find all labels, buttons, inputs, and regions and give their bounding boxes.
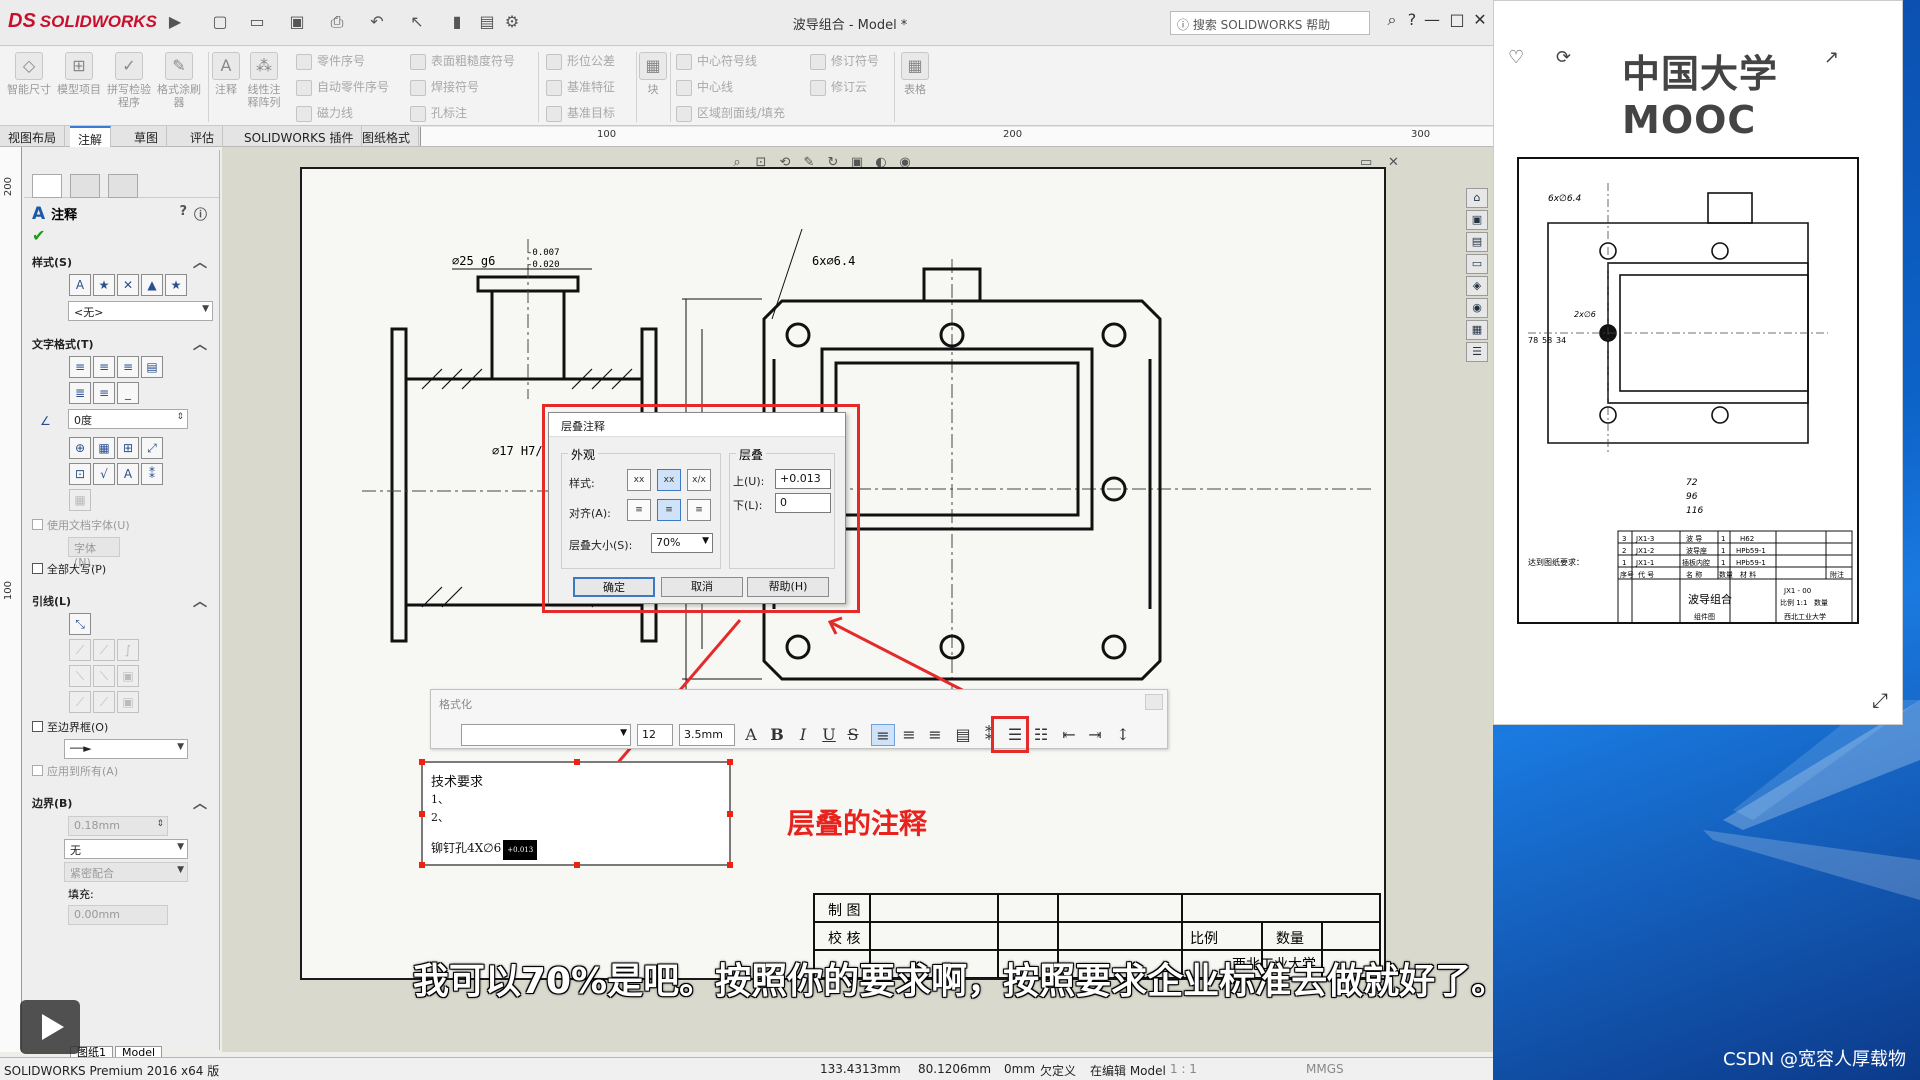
tb-school: 西北工业大学 xyxy=(1784,612,1826,621)
tb-code: JX1 - 00 xyxy=(1783,587,1811,595)
toolbar-close-icon[interactable] xyxy=(1145,694,1163,710)
mooc-logo: 中国大学MOOC xyxy=(1622,52,1779,142)
preview-dim: 58 xyxy=(1542,336,1552,345)
bom-cell: 3 xyxy=(1622,535,1626,543)
resize-handle[interactable] xyxy=(419,811,425,817)
text-height-input[interactable]: 3.5mm xyxy=(679,724,735,746)
formatting-toolbar: 格式化 ▼ 12 3.5mm A B I U S ≡ ≡ ≡ ▤ ⁑ ☰ ☷ ⇤… xyxy=(430,689,1168,749)
resize-handle[interactable] xyxy=(574,862,580,868)
decrease-indent-icon[interactable]: ⇤ xyxy=(1057,724,1081,746)
favorite-heart-icon[interactable]: ♡ xyxy=(1508,47,1524,68)
bom-cell: 材 料 xyxy=(1740,570,1756,579)
bom-cell: HPb59-1 xyxy=(1736,559,1766,567)
note-line: 技术要求 xyxy=(431,775,484,790)
bom-cell: 波导座 xyxy=(1686,546,1707,555)
dropdown-arrow-icon: ▼ xyxy=(620,728,627,738)
refresh-icon[interactable]: ⟳ xyxy=(1556,47,1571,68)
preview-dim: 78 xyxy=(1528,336,1538,345)
preview-dim: 34 xyxy=(1556,336,1566,345)
preview-bom: 3 JX1-3 波 导 1 H62 2 JX1-2 波导座 1 HPb59-1 1 JX1-1 插板… xyxy=(1620,534,1844,621)
resize-handle[interactable] xyxy=(419,862,425,868)
preview-dim: 116 xyxy=(1686,506,1703,516)
annotation-arrows xyxy=(546,616,1006,845)
cursor-y: 80.1206mm xyxy=(918,1062,992,1076)
note-line: 铆钉孔4X∅6 +0.013 xyxy=(431,839,538,860)
preview-dim: 2x∅6 xyxy=(1574,310,1596,319)
toolbar-title: 格式化 xyxy=(439,698,472,711)
font-size-value: 12 xyxy=(642,728,656,741)
bom-cell: HPb59-1 xyxy=(1736,547,1766,555)
text-color-icon[interactable]: A xyxy=(739,724,763,746)
bom-cell: JX1-1 xyxy=(1635,559,1654,567)
bom-cell: 1 xyxy=(1721,559,1725,567)
bom-cell: 2 xyxy=(1622,547,1626,555)
bom-cell: 序号 xyxy=(1620,570,1634,579)
align-left-icon[interactable]: ≡ xyxy=(871,724,895,746)
tb-sub: 组件图 xyxy=(1694,612,1715,621)
product-version: SOLIDWORKS Premium 2016 x64 版 xyxy=(4,1064,220,1078)
status-bar: SOLIDWORKS Premium 2016 x64 版 133.4313mm… xyxy=(0,1057,1493,1080)
bom-cell: 1 xyxy=(1721,547,1725,555)
bom-cell: H62 xyxy=(1740,535,1754,543)
bom-cell: 1 xyxy=(1622,559,1626,567)
share-icon[interactable]: ↗ xyxy=(1824,47,1839,68)
stack-button-highlight-box xyxy=(991,716,1029,753)
font-name-select[interactable]: ▼ xyxy=(461,724,631,746)
bom-cell: 数量 xyxy=(1719,570,1733,579)
cursor-x: 133.4313mm xyxy=(820,1062,901,1076)
bom-cell: 代 号 xyxy=(1638,570,1654,579)
bom-cell: 插板内腔 xyxy=(1682,558,1710,567)
note-text: 铆钉孔4X∅6 xyxy=(431,841,502,855)
technical-note[interactable]: 技术要求 1、 2、 铆钉孔4X∅6 +0.013 xyxy=(419,759,733,868)
bom-cell: 名 称 xyxy=(1686,570,1702,579)
increase-indent-icon[interactable]: ⇥ xyxy=(1083,724,1107,746)
preview-dim: 96 xyxy=(1686,492,1698,502)
bom-cell: 1 xyxy=(1721,535,1725,543)
bold-icon[interactable]: B xyxy=(765,724,789,746)
font-size-select[interactable]: 12 xyxy=(637,724,673,746)
bom-cell: 附注 xyxy=(1830,570,1844,579)
preview-panel: ♡ ⟳ 中国大学MOOC ↗ ⤢ 6x∅6.4 2x∅6 78 58 34 72… xyxy=(1493,0,1903,725)
note-line: 1、 xyxy=(431,793,449,806)
italic-icon[interactable]: I xyxy=(791,724,815,746)
note-line: 2、 xyxy=(431,811,449,824)
bom-cell: 波 导 xyxy=(1686,534,1702,543)
resize-handle[interactable] xyxy=(419,759,425,765)
text-height-value: 3.5mm xyxy=(684,728,723,741)
resize-handle[interactable] xyxy=(727,811,733,817)
csdn-watermark: CSDN @宽容人厚载物 xyxy=(1722,1049,1906,1070)
expand-icon[interactable]: ⤢ xyxy=(1872,688,1888,712)
cursor-z: 0mm xyxy=(1004,1062,1036,1076)
preview-dim: 72 xyxy=(1686,478,1698,488)
align-right-icon[interactable]: ≡ xyxy=(923,724,947,746)
definition-status: 欠定义 xyxy=(1040,1064,1077,1078)
stacked-tolerance: +0.013 xyxy=(503,840,538,860)
strikethrough-icon[interactable]: S xyxy=(841,724,865,746)
unit-system[interactable]: MMGS xyxy=(1306,1062,1344,1076)
tb-scale: 比例 1:1 xyxy=(1780,598,1808,607)
resize-handle[interactable] xyxy=(727,759,733,765)
sheet-scale[interactable]: 1 : 1 xyxy=(1170,1062,1197,1076)
line-spacing-icon[interactable]: ↕ xyxy=(1111,724,1135,746)
resize-handle[interactable] xyxy=(727,862,733,868)
bom-cell: JX1-2 xyxy=(1635,547,1654,555)
align-center-icon[interactable]: ≡ xyxy=(897,724,921,746)
video-subtitle: 我可以70%是吧。按照你的要求啊，按照要求企业标准去做就好了。 xyxy=(412,961,1508,1002)
tb-qty: 数量 xyxy=(1814,598,1828,607)
video-play-icon[interactable] xyxy=(20,1000,80,1054)
numbering-icon[interactable]: ☷ xyxy=(1029,724,1053,746)
bom-cell: JX1-3 xyxy=(1635,535,1654,543)
resize-handle[interactable] xyxy=(574,759,580,765)
tb-title: 波导组合 xyxy=(1688,592,1732,606)
annotation-caption: 层叠的注释 xyxy=(787,807,928,840)
preview-drawing-svg: 6x∅6.4 2x∅6 78 58 34 72 96 116 达到图纸要求： 3… xyxy=(1517,157,1859,624)
preview-dim: 6x∅6.4 xyxy=(1548,194,1581,204)
insert-table-icon[interactable]: ▤ xyxy=(951,724,975,746)
solidworks-window: DS SOLIDWORKS ▶ ▢ ▭ ▣ ⎙ ↶ ↖ ▮ ▤ ⚙ 波导组合 - … xyxy=(0,0,1493,1080)
underline-icon[interactable]: U xyxy=(817,724,841,746)
edit-status: 在编辑 Model xyxy=(1090,1064,1166,1078)
preview-tech-req: 达到图纸要求： xyxy=(1528,557,1584,567)
